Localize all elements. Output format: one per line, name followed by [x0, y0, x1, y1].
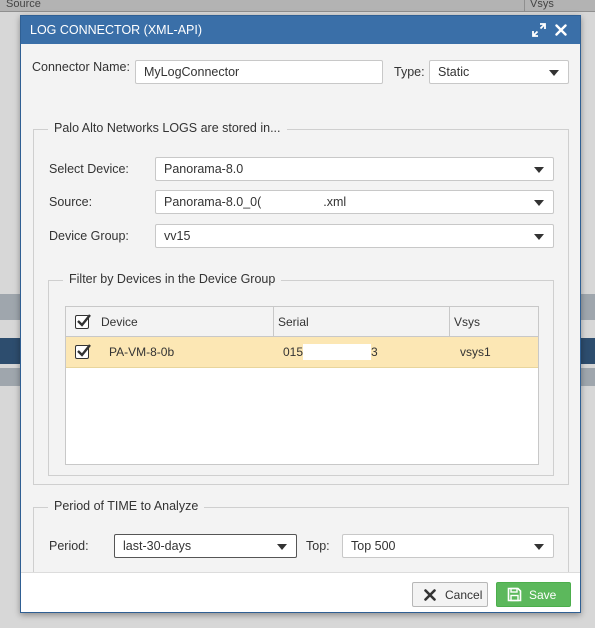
- logs-storage-section: Palo Alto Networks LOGS are stored in...…: [33, 121, 569, 485]
- select-device-value: Panorama-8.0: [164, 162, 244, 176]
- close-icon: [422, 587, 438, 603]
- chevron-down-icon: [549, 70, 559, 76]
- device-column-label: Device: [101, 314, 138, 329]
- background-col-vsys: Vsys: [530, 0, 554, 10]
- source-value-prefix: Panorama-8.0_0(: [164, 195, 262, 209]
- type-select-value: Static: [438, 65, 470, 79]
- redacted-area: [303, 344, 372, 360]
- period-value: last-30-days: [123, 539, 192, 553]
- select-device-dropdown[interactable]: Panorama-8.0: [155, 157, 554, 181]
- close-icon[interactable]: [551, 20, 571, 40]
- source-value-suffix: .xml: [323, 195, 347, 209]
- top-value: Top 500: [351, 539, 396, 553]
- vsys-column-header[interactable]: Vsys: [450, 307, 538, 336]
- row-device: PA-VM-8-0b: [109, 345, 175, 359]
- devices-grid-header: Device Serial Vsys: [66, 307, 538, 337]
- period-label: Period:: [49, 539, 89, 553]
- device-column-header[interactable]: Device: [66, 307, 274, 336]
- filter-devices-section: Filter by Devices in the Device Group De…: [48, 272, 554, 476]
- chevron-down-icon: [534, 544, 544, 550]
- chevron-down-icon: [277, 544, 287, 550]
- dialog-body: Connector Name: MyLogConnector Type: Sta…: [21, 44, 580, 576]
- time-period-legend: Period of TIME to Analyze: [48, 499, 205, 513]
- row-vsys: vsys1: [460, 345, 491, 359]
- background-col-source: Source: [6, 0, 41, 10]
- row-serial-prefix: 015: [283, 345, 304, 359]
- table-row[interactable]: PA-VM-8-0b 015 3 vsys1: [66, 337, 538, 368]
- cancel-button[interactable]: Cancel: [412, 582, 488, 607]
- serial-column-label: Serial: [278, 314, 309, 329]
- chevron-down-icon: [534, 200, 544, 206]
- dialog-titlebar[interactable]: LOG CONNECTOR (XML-API): [21, 16, 580, 44]
- serial-column-header[interactable]: Serial: [274, 307, 450, 336]
- top-dropdown[interactable]: Top 500: [342, 534, 554, 558]
- floppy-disk-icon: [506, 587, 522, 603]
- background-col-divider: [524, 0, 525, 12]
- type-select[interactable]: Static: [429, 60, 569, 84]
- row-checkbox[interactable]: [75, 344, 91, 359]
- dialog-footer: Cancel Save: [21, 572, 580, 612]
- device-group-value: vv15: [164, 229, 191, 243]
- time-period-section: Period of TIME to Analyze Period: last-3…: [33, 499, 569, 576]
- chevron-down-icon: [534, 167, 544, 173]
- top-label: Top:: [306, 539, 330, 553]
- filter-devices-legend: Filter by Devices in the Device Group: [63, 272, 282, 286]
- expand-icon[interactable]: [529, 20, 549, 40]
- source-label: Source:: [49, 195, 93, 209]
- cancel-label: Cancel: [445, 587, 483, 602]
- connector-name-input[interactable]: MyLogConnector: [135, 60, 383, 84]
- background-table-header: Source Vsys: [0, 0, 595, 12]
- period-dropdown[interactable]: last-30-days: [114, 534, 297, 558]
- row-serial-suffix: 3: [371, 345, 378, 359]
- redacted-area: [261, 194, 324, 210]
- select-all-checkbox[interactable]: [75, 313, 91, 329]
- vsys-column-label: Vsys: [454, 314, 481, 329]
- save-label: Save: [529, 587, 557, 602]
- save-button[interactable]: Save: [496, 582, 571, 607]
- logs-storage-legend: Palo Alto Networks LOGS are stored in...: [48, 121, 287, 135]
- type-label: Type:: [394, 65, 425, 79]
- connector-name-label: Connector Name:: [32, 60, 130, 74]
- source-dropdown[interactable]: Panorama-8.0_0( .xml: [155, 190, 554, 214]
- dialog-title: LOG CONNECTOR (XML-API): [30, 23, 203, 37]
- chevron-down-icon: [534, 234, 544, 240]
- device-group-dropdown[interactable]: vv15: [155, 224, 554, 248]
- devices-grid: Device Serial Vsys PA-VM-8-0b 015 3 vsys…: [65, 306, 539, 465]
- select-device-label: Select Device:: [49, 162, 129, 176]
- device-group-label: Device Group:: [49, 229, 129, 243]
- log-connector-dialog: LOG CONNECTOR (XML-API) Connector Name: …: [20, 15, 581, 613]
